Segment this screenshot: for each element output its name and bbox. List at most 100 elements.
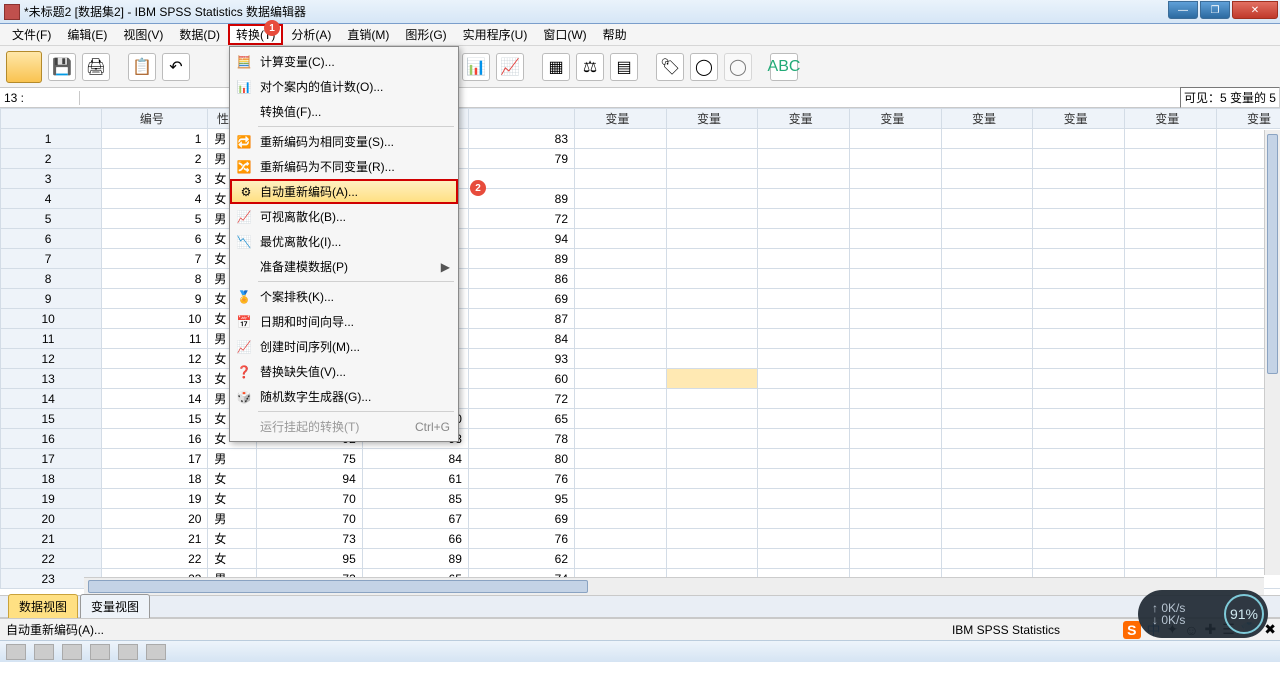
cell[interactable]: 1 (102, 129, 208, 149)
menu-item-重新编码为相同变量(S)...[interactable]: 🔁重新编码为相同变量(S)... (230, 129, 458, 154)
cell[interactable] (666, 509, 758, 529)
cell[interactable] (850, 209, 942, 229)
cell[interactable] (575, 209, 667, 229)
cell[interactable] (850, 429, 942, 449)
sets-button-2[interactable]: ◯ (724, 53, 752, 81)
taskbar-icon[interactable] (6, 644, 26, 660)
cell[interactable] (575, 449, 667, 469)
cell[interactable] (1124, 369, 1216, 389)
cell[interactable] (1124, 209, 1216, 229)
cell[interactable] (1124, 389, 1216, 409)
table-row[interactable]: 1212女93 (1, 349, 1280, 369)
cell[interactable]: 65 (468, 409, 574, 429)
cell[interactable] (1033, 249, 1125, 269)
cell[interactable] (666, 469, 758, 489)
cell[interactable] (850, 289, 942, 309)
cell[interactable] (758, 249, 850, 269)
cell[interactable] (758, 549, 850, 569)
cell[interactable] (758, 229, 850, 249)
cell[interactable] (1124, 549, 1216, 569)
cell[interactable] (850, 529, 942, 549)
sets-button[interactable]: ◯ (690, 53, 718, 81)
cell[interactable] (850, 489, 942, 509)
cell[interactable] (1033, 369, 1125, 389)
table-row[interactable]: 1414男72 (1, 389, 1280, 409)
chart-button-2[interactable]: 📈 (496, 53, 524, 81)
cell[interactable] (666, 189, 758, 209)
menu-item-可视离散化(B)...[interactable]: 📈可视离散化(B)... (230, 204, 458, 229)
cell[interactable] (850, 249, 942, 269)
cell[interactable]: 60 (468, 369, 574, 389)
tab-data-view[interactable]: 数据视图 (8, 594, 78, 618)
cell[interactable] (575, 529, 667, 549)
menu-分析(A)[interactable]: 分析(A) (283, 24, 339, 45)
select-button[interactable]: ▤ (610, 53, 638, 81)
taskbar-icon[interactable] (90, 644, 110, 660)
cell[interactable]: 93 (468, 349, 574, 369)
cell[interactable]: 5 (102, 209, 208, 229)
cell[interactable]: 72 (468, 209, 574, 229)
cell[interactable] (575, 169, 667, 189)
column-header[interactable]: 变量 (1124, 109, 1216, 129)
cell[interactable] (1033, 329, 1125, 349)
cell[interactable]: 男 (208, 449, 256, 469)
menu-item-计算变量(C)...[interactable]: 🧮计算变量(C)... (230, 49, 458, 74)
cell[interactable] (850, 229, 942, 249)
cell[interactable]: 12 (102, 349, 208, 369)
cell[interactable] (575, 469, 667, 489)
cell[interactable] (941, 469, 1033, 489)
row-header[interactable]: 20 (1, 509, 102, 529)
cell[interactable]: 女 (208, 549, 256, 569)
cell[interactable]: 15 (102, 409, 208, 429)
cell[interactable]: 17 (102, 449, 208, 469)
row-header[interactable]: 6 (1, 229, 102, 249)
cell[interactable] (850, 189, 942, 209)
cell[interactable] (666, 169, 758, 189)
cell[interactable]: 7 (102, 249, 208, 269)
table-row[interactable]: 44女89 (1, 189, 1280, 209)
cell[interactable]: 6 (102, 229, 208, 249)
cell[interactable]: 8 (102, 269, 208, 289)
table-row[interactable]: 88男86 (1, 269, 1280, 289)
cell[interactable]: 94 (256, 469, 362, 489)
spellcheck-button[interactable]: ABC (770, 53, 798, 81)
cell[interactable] (575, 189, 667, 209)
cell[interactable] (758, 429, 850, 449)
cell[interactable] (758, 449, 850, 469)
cell[interactable]: 14 (102, 389, 208, 409)
table-row[interactable]: 2020男706769 (1, 509, 1280, 529)
cell[interactable]: 62 (468, 549, 574, 569)
cell[interactable]: 2 (102, 149, 208, 169)
cell[interactable] (575, 269, 667, 289)
cell[interactable] (850, 269, 942, 289)
cell[interactable] (941, 369, 1033, 389)
cell[interactable]: 85 (362, 489, 468, 509)
cell[interactable] (850, 169, 942, 189)
cell[interactable] (1033, 189, 1125, 209)
menu-文件(F)[interactable]: 文件(F) (4, 24, 59, 45)
print-button[interactable]: 🖨 (82, 53, 110, 81)
cell[interactable]: 69 (468, 289, 574, 309)
cell[interactable] (1033, 529, 1125, 549)
cell[interactable]: 80 (468, 449, 574, 469)
cell[interactable] (941, 489, 1033, 509)
cell[interactable] (1033, 549, 1125, 569)
row-header[interactable]: 15 (1, 409, 102, 429)
column-header[interactable]: 变量 (1216, 109, 1280, 129)
cell[interactable] (850, 149, 942, 169)
cell[interactable] (666, 149, 758, 169)
cell[interactable]: 89 (362, 549, 468, 569)
row-header[interactable]: 21 (1, 529, 102, 549)
cell[interactable] (1033, 449, 1125, 469)
cell[interactable] (941, 169, 1033, 189)
cell[interactable] (941, 409, 1033, 429)
tray-icon[interactable]: S (1123, 621, 1140, 639)
cell[interactable] (758, 309, 850, 329)
cell[interactable] (1033, 309, 1125, 329)
row-header[interactable]: 1 (1, 129, 102, 149)
table-row[interactable]: 1111男84 (1, 329, 1280, 349)
cell[interactable]: 女 (208, 489, 256, 509)
cell[interactable] (850, 509, 942, 529)
cell[interactable]: 4 (102, 189, 208, 209)
cell[interactable] (575, 429, 667, 449)
